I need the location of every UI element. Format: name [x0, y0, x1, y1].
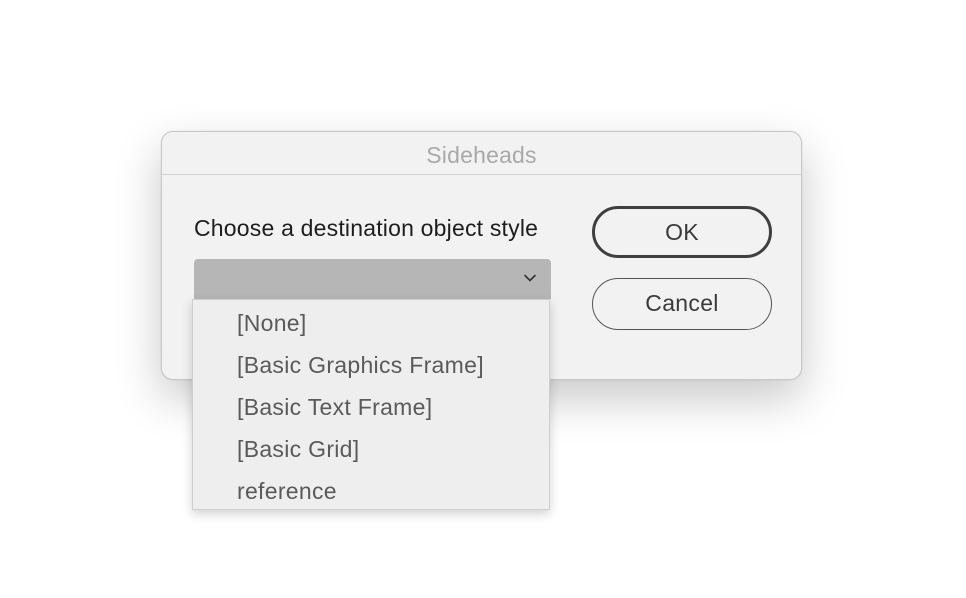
ok-button[interactable]: OK [592, 206, 772, 258]
menu-item-basic-graphics-frame[interactable]: [Basic Graphics Frame] [237, 352, 484, 379]
destination-style-label: Choose a destination object style [194, 215, 539, 241]
dialog-title: Sideheads [426, 142, 537, 168]
cancel-button[interactable]: Cancel [592, 278, 772, 330]
menu-item-basic-text-frame[interactable]: [Basic Text Frame] [237, 394, 432, 421]
menu-item-reference[interactable]: reference [237, 478, 337, 505]
chevron-down-icon [524, 274, 536, 282]
menu-item-basic-grid[interactable]: [Basic Grid] [237, 436, 359, 463]
object-style-dropdown-menu: [None] [Basic Graphics Frame] [Basic Tex… [192, 299, 550, 510]
dialog-titlebar[interactable]: Sideheads [162, 132, 801, 175]
menu-item-none[interactable]: [None] [237, 310, 307, 337]
object-style-select[interactable] [194, 259, 551, 299]
